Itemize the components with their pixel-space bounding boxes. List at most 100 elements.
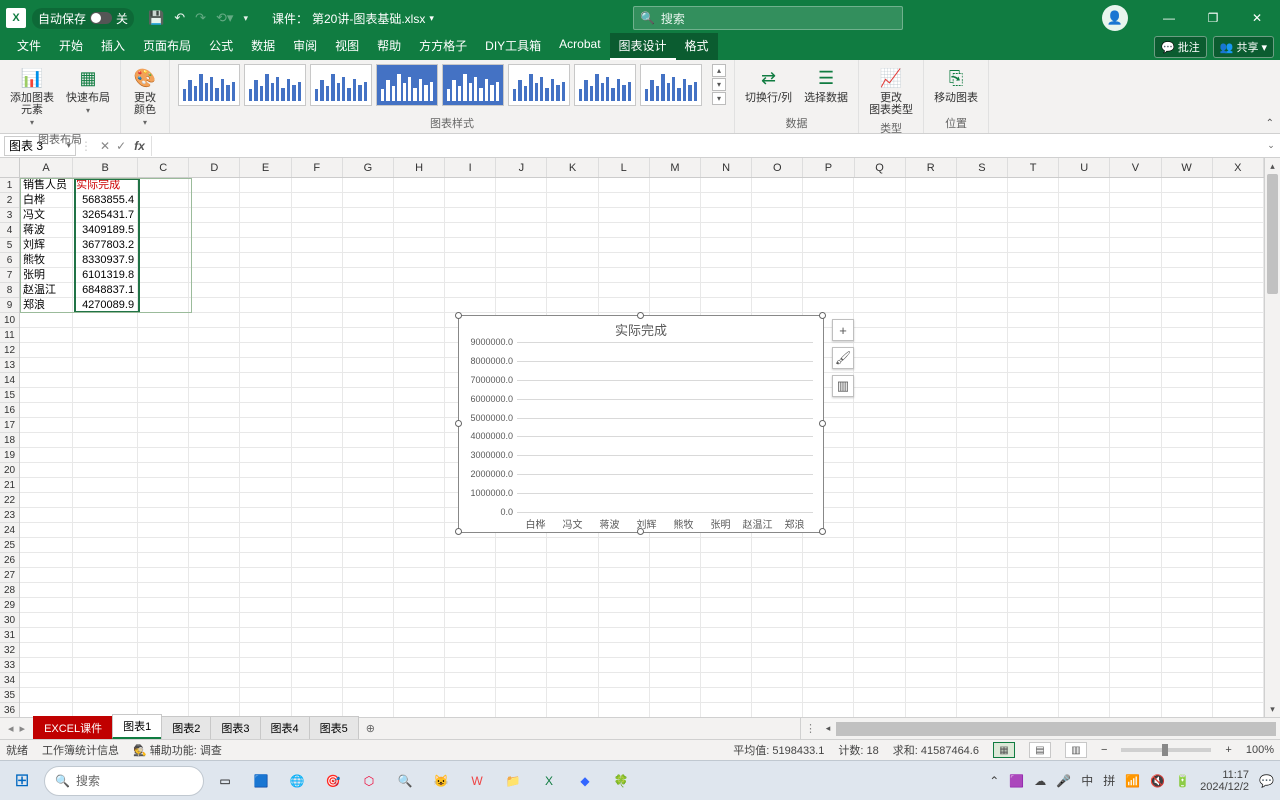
cell-F3[interactable] [292, 208, 343, 223]
move-chart-button[interactable]: ⎘ 移动图表 [932, 64, 980, 106]
sheet-nav-next[interactable]: ▸ [20, 722, 26, 735]
view-page-break-button[interactable]: ▥ [1065, 742, 1087, 758]
col-header-P[interactable]: P [803, 158, 854, 177]
cell-A8[interactable]: 赵温江 [20, 283, 73, 298]
cell-B30[interactable] [73, 613, 138, 628]
chart-resize-handle[interactable] [819, 312, 826, 319]
row-header-2[interactable]: 2 [0, 193, 19, 208]
cell-E27[interactable] [240, 568, 291, 583]
cell-R33[interactable] [906, 658, 957, 673]
cell-V13[interactable] [1110, 358, 1161, 373]
cell-T27[interactable] [1008, 568, 1059, 583]
cell-L33[interactable] [599, 658, 650, 673]
ribbon-tab-11[interactable]: Acrobat [550, 33, 609, 60]
cell-T23[interactable] [1008, 508, 1059, 523]
ribbon-tab-2[interactable]: 插入 [92, 33, 134, 60]
cell-B8[interactable]: 6848837.1 [73, 283, 138, 298]
cell-W7[interactable] [1162, 268, 1213, 283]
cell-C13[interactable] [138, 358, 189, 373]
cell-B12[interactable] [73, 343, 138, 358]
cell-S27[interactable] [957, 568, 1008, 583]
cell-D6[interactable] [189, 253, 240, 268]
cell-E23[interactable] [240, 508, 291, 523]
cell-Q17[interactable] [854, 418, 905, 433]
cell-A31[interactable] [20, 628, 73, 643]
cell-C19[interactable] [138, 448, 189, 463]
cell-Q6[interactable] [854, 253, 905, 268]
cell-D11[interactable] [189, 328, 240, 343]
cell-B7[interactable]: 6101319.8 [73, 268, 138, 283]
cell-G24[interactable] [343, 523, 394, 538]
cell-C28[interactable] [138, 583, 189, 598]
cell-H12[interactable] [394, 343, 445, 358]
cell-V32[interactable] [1110, 643, 1161, 658]
cell-S6[interactable] [957, 253, 1008, 268]
col-header-R[interactable]: R [906, 158, 957, 177]
cell-T28[interactable] [1008, 583, 1059, 598]
cell-F31[interactable] [292, 628, 343, 643]
close-button[interactable]: ✕ [1236, 0, 1278, 36]
cell-C26[interactable] [138, 553, 189, 568]
cell-P35[interactable] [803, 688, 854, 703]
cell-S23[interactable] [957, 508, 1008, 523]
ribbon-tab-5[interactable]: 数据 [242, 33, 284, 60]
cell-A2[interactable]: 白桦 [20, 193, 73, 208]
chart-resize-handle[interactable] [455, 312, 462, 319]
cell-O34[interactable] [752, 673, 803, 688]
cell-W13[interactable] [1162, 358, 1213, 373]
cell-C6[interactable] [138, 253, 189, 268]
cell-C5[interactable] [138, 238, 189, 253]
cell-D24[interactable] [189, 523, 240, 538]
row-header-14[interactable]: 14 [0, 373, 19, 388]
cell-E34[interactable] [240, 673, 291, 688]
chart-style-thumb-5[interactable] [508, 64, 570, 106]
document-title[interactable]: 课件： 第20讲-图表基础.xlsx ▾ [272, 10, 434, 27]
cell-T29[interactable] [1008, 598, 1059, 613]
cell-L1[interactable] [599, 178, 650, 193]
cell-U32[interactable] [1059, 643, 1110, 658]
minimize-button[interactable]: — [1148, 0, 1190, 36]
cell-Q15[interactable] [854, 388, 905, 403]
cell-M8[interactable] [650, 283, 701, 298]
cell-C20[interactable] [138, 463, 189, 478]
cell-W33[interactable] [1162, 658, 1213, 673]
cell-E24[interactable] [240, 523, 291, 538]
cell-X2[interactable] [1213, 193, 1264, 208]
cell-X35[interactable] [1213, 688, 1264, 703]
cell-J8[interactable] [496, 283, 547, 298]
cell-F26[interactable] [292, 553, 343, 568]
cell-J7[interactable] [496, 268, 547, 283]
cell-H29[interactable] [394, 598, 445, 613]
cell-Q34[interactable] [854, 673, 905, 688]
cell-L26[interactable] [599, 553, 650, 568]
cell-T30[interactable] [1008, 613, 1059, 628]
cell-W12[interactable] [1162, 343, 1213, 358]
cell-V17[interactable] [1110, 418, 1161, 433]
autosave-switch[interactable] [90, 12, 112, 24]
zoom-in-button[interactable]: + [1225, 744, 1231, 756]
cell-V12[interactable] [1110, 343, 1161, 358]
chart-title[interactable]: 实际完成 [459, 316, 823, 341]
cell-D27[interactable] [189, 568, 240, 583]
cell-F30[interactable] [292, 613, 343, 628]
sheet-nav-prev[interactable]: ◂ [8, 722, 14, 735]
cell-E35[interactable] [240, 688, 291, 703]
cell-T1[interactable] [1008, 178, 1059, 193]
row-header-7[interactable]: 7 [0, 268, 19, 283]
cell-I5[interactable] [445, 238, 496, 253]
cell-K25[interactable] [547, 538, 598, 553]
cell-S12[interactable] [957, 343, 1008, 358]
save-icon[interactable]: 💾 [148, 10, 164, 26]
cell-W28[interactable] [1162, 583, 1213, 598]
cell-Q28[interactable] [854, 583, 905, 598]
cell-O7[interactable] [752, 268, 803, 283]
cell-A10[interactable] [20, 313, 73, 328]
cell-F35[interactable] [292, 688, 343, 703]
cell-L27[interactable] [599, 568, 650, 583]
cell-O6[interactable] [752, 253, 803, 268]
cell-G32[interactable] [343, 643, 394, 658]
cell-U22[interactable] [1059, 493, 1110, 508]
change-chart-type-button[interactable]: 📈 更改 图表类型 [867, 64, 915, 118]
cell-N2[interactable] [701, 193, 752, 208]
cell-F9[interactable] [292, 298, 343, 313]
